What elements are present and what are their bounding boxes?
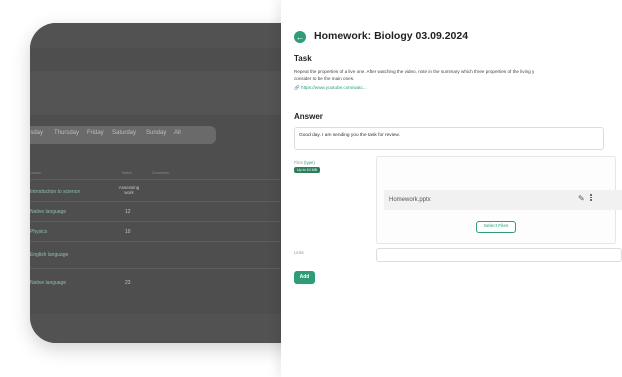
lesson-name: Native language — [30, 209, 67, 215]
link-icon: 🔗 — [294, 85, 300, 90]
more-vertical-icon[interactable] — [590, 194, 592, 203]
lesson-status: 23 — [125, 280, 131, 286]
file-size-badge: Up to 10 MB — [294, 167, 320, 173]
task-video-link[interactable]: 🔗 https://www.youtube.com/watc... — [294, 85, 367, 91]
answer-textarea[interactable] — [294, 127, 604, 150]
lesson-name: Introduction to science — [30, 189, 81, 195]
lesson-status: 10 — [125, 229, 131, 235]
back-button[interactable]: ← — [294, 31, 306, 43]
add-button[interactable]: Add — [294, 271, 315, 284]
day-tab: Sunday — [146, 130, 167, 136]
select-files-button[interactable]: Select Files — [476, 221, 516, 233]
day-tab: Saturday — [112, 130, 137, 136]
files-label: Files (type) — [294, 160, 315, 165]
lesson-name: Physics — [30, 229, 48, 235]
lesson-name: Native language — [30, 280, 67, 286]
task-text-line: Repeat the properties of a live one. Aft… — [294, 69, 535, 74]
lesson-name: English language — [30, 252, 69, 258]
arrow-left-icon: ← — [295, 32, 305, 42]
day-tab: esday — [30, 130, 44, 136]
lesson-status: Assessing work — [118, 185, 140, 195]
divider — [30, 268, 280, 269]
edit-icon[interactable]: ✎ — [578, 195, 585, 203]
answer-heading: Answer — [294, 112, 323, 121]
task-text-line: consider to be the main ones. — [294, 75, 355, 81]
files-type-link[interactable]: (type) — [304, 160, 315, 165]
file-name: Homework.pptx — [389, 197, 431, 203]
divider — [30, 241, 280, 242]
page-title: Homework: Biology 03.09.2024 — [314, 30, 469, 42]
divider — [30, 221, 280, 222]
lesson-status: 12 — [125, 209, 131, 215]
table-header: Comments — [152, 171, 169, 175]
table-header: Lesson — [30, 171, 42, 175]
table-header: Status — [122, 171, 132, 175]
day-tab: Thursday — [54, 130, 80, 136]
links-label: Links — [294, 250, 304, 255]
divider — [30, 179, 280, 180]
divider — [30, 201, 280, 202]
task-heading: Task — [294, 54, 312, 63]
task-description: Repeat the properties of a live one. Aft… — [294, 69, 598, 82]
day-tab: Friday — [87, 130, 104, 136]
links-input[interactable] — [376, 248, 622, 262]
day-tab: All — [174, 130, 181, 136]
answer-text: Good day. I am sending you the task for … — [299, 133, 400, 138]
